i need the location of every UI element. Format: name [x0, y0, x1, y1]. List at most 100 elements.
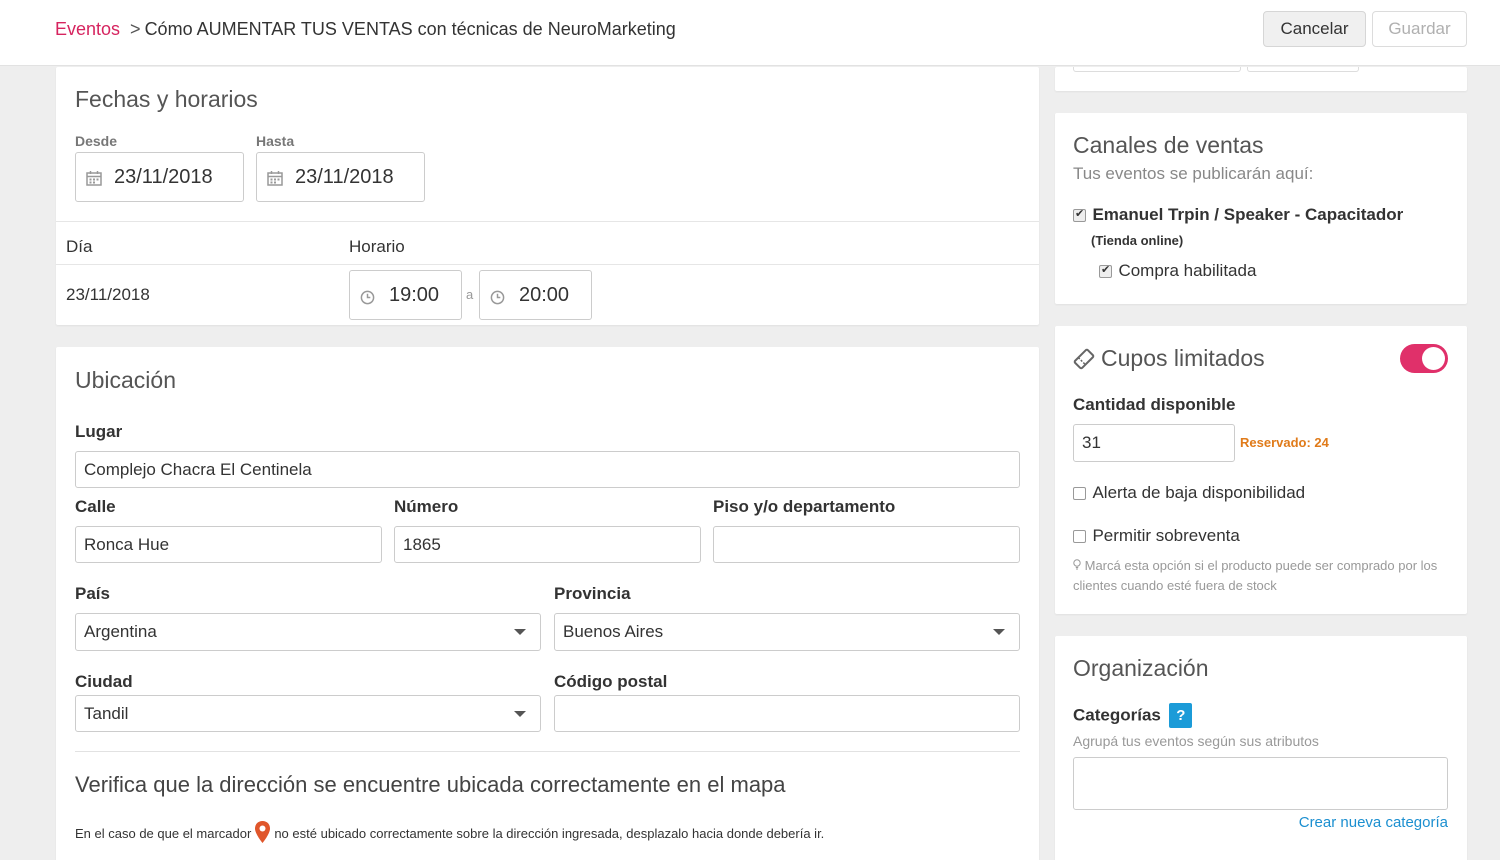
chevron-down-icon: [514, 629, 526, 635]
province-value: Buenos Aires: [563, 622, 664, 641]
clock-icon: [490, 288, 505, 304]
low-alert-row[interactable]: Alerta de baja disponibilidad: [1073, 483, 1305, 503]
dates-card: Fechas y horarios Desde 23/11/2018 Hasta…: [56, 67, 1039, 325]
create-category-link[interactable]: Crear nueva categoría: [1299, 814, 1448, 831]
location-title: Ubicación: [75, 367, 176, 393]
country-value: Argentina: [84, 622, 157, 641]
chevron-down-icon: [993, 629, 1005, 635]
categories-label: Categorías: [1073, 705, 1161, 725]
organization-title: Organización: [1073, 655, 1209, 681]
quota-title: Cupos limitados: [1101, 345, 1265, 371]
categories-input[interactable]: [1073, 757, 1448, 810]
zip-input[interactable]: [554, 695, 1020, 732]
channels-title: Canales de ventas: [1073, 132, 1264, 158]
number-value: 1865: [403, 534, 441, 554]
map-hint-before: En el caso de que el marcador: [75, 826, 252, 841]
save-button[interactable]: Guardar: [1372, 11, 1467, 47]
schedule-row-day: 23/11/2018: [66, 285, 150, 304]
sales-channels-card: Canales de ventas Tus eventos se publica…: [1055, 113, 1467, 304]
ticket-icon: [1072, 347, 1096, 376]
city-select[interactable]: Tandil: [75, 695, 541, 732]
city-label: Ciudad: [75, 672, 133, 691]
divider: [56, 264, 1039, 265]
zip-label: Código postal: [554, 672, 668, 691]
time-separator: a: [466, 287, 474, 302]
column-header-time: Horario: [349, 237, 405, 256]
place-label: Lugar: [75, 422, 123, 441]
map-title: Verifica que la dirección se encuentre u…: [75, 772, 786, 797]
breadcrumb: Eventos > Cómo AUMENTAR TUS VENTAS con téc…: [55, 19, 676, 40]
end-time-value: 20:00: [519, 283, 570, 306]
quantity-value: 31: [1082, 433, 1101, 452]
store-type: (Tienda online): [1091, 233, 1184, 248]
limited-quota-toggle[interactable]: [1400, 344, 1448, 373]
place-input[interactable]: Complejo Chacra El Centinela: [75, 451, 1020, 488]
map-hint-after: no esté ubicado correctamente sobre la d…: [274, 826, 825, 841]
partial-card: [1055, 67, 1467, 91]
to-date-field[interactable]: 23/11/2018: [256, 152, 425, 202]
to-label: Hasta: [256, 133, 295, 149]
toggle-knob: [1422, 347, 1445, 370]
dates-title: Fechas y horarios: [75, 86, 258, 112]
city-value: Tandil: [84, 703, 129, 723]
channels-subtitle: Tus eventos se publicarán aquí:: [1073, 164, 1314, 183]
quantity-input[interactable]: 31: [1073, 424, 1235, 462]
province-select[interactable]: Buenos Aires: [554, 613, 1020, 651]
breadcrumb-separator: >: [130, 19, 141, 39]
low-alert-label: Alerta de baja disponibilidad: [1092, 483, 1306, 502]
map-hint: En el caso de que el marcador no esté ub…: [75, 820, 824, 847]
from-date-field[interactable]: 23/11/2018: [75, 152, 244, 202]
column-header-day: Día: [66, 237, 93, 256]
start-time-field[interactable]: 19:00: [349, 270, 462, 320]
quantity-label: Cantidad disponible: [1073, 395, 1236, 414]
number-label: Número: [394, 497, 459, 516]
street-label: Calle: [75, 497, 116, 516]
oversell-label: Permitir sobreventa: [1092, 526, 1240, 545]
start-time-value: 19:00: [389, 283, 440, 306]
store-channel-checkbox[interactable]: [1073, 207, 1086, 222]
reserved-count: Reservado: 24: [1240, 435, 1329, 450]
store-channel-row[interactable]: Emanuel Trpin / Speaker - Capacitador: [1073, 205, 1403, 225]
floor-label: Piso y/o departamento: [713, 497, 896, 516]
number-input[interactable]: 1865: [394, 526, 701, 563]
divider: [75, 751, 1020, 752]
from-label: Desde: [75, 133, 118, 149]
oversell-row[interactable]: Permitir sobreventa: [1073, 526, 1240, 546]
country-label: País: [75, 584, 110, 603]
purchase-enabled-label: Compra habilitada: [1118, 261, 1257, 280]
calendar-icon: [86, 169, 102, 186]
clock-icon: [360, 288, 375, 304]
categories-heading: Categorías ?: [1073, 703, 1193, 728]
street-input[interactable]: Ronca Hue: [75, 526, 382, 563]
oversell-hint-text: Marcá esta opción si el producto puede s…: [1073, 558, 1438, 593]
partial-field: [1073, 67, 1241, 72]
purchase-enabled-row[interactable]: Compra habilitada: [1099, 261, 1256, 281]
purchase-enabled-checkbox[interactable]: [1099, 263, 1112, 278]
low-alert-checkbox[interactable]: [1073, 486, 1086, 500]
to-date-value: 23/11/2018: [295, 165, 394, 188]
store-name: Emanuel Trpin / Speaker - Capacitador: [1092, 205, 1404, 224]
divider: [56, 221, 1039, 222]
cancel-button[interactable]: Cancelar: [1263, 11, 1366, 47]
province-label: Provincia: [554, 584, 631, 603]
top-bar: Eventos > Cómo AUMENTAR TUS VENTAS con téc…: [0, 0, 1500, 66]
organization-card: Organización Categorías ? Agrupá tus eve…: [1055, 636, 1467, 860]
calendar-icon: [267, 169, 283, 186]
categories-hint: Agrupá tus eventos según sus atributos: [1073, 733, 1319, 749]
oversell-hint: Marcá esta opción si el producto puede s…: [1073, 556, 1453, 596]
breadcrumb-current: Cómo AUMENTAR TUS VENTAS con técnicas de…: [144, 19, 676, 39]
breadcrumb-link-events[interactable]: Eventos: [55, 19, 120, 39]
map-pin-icon: [254, 820, 271, 847]
chevron-down-icon: [514, 710, 526, 717]
help-icon[interactable]: ?: [1169, 703, 1193, 728]
lightbulb-icon: [1073, 556, 1081, 576]
country-select[interactable]: Argentina: [75, 613, 541, 651]
oversell-checkbox[interactable]: [1073, 529, 1086, 543]
end-time-field[interactable]: 20:00: [479, 270, 592, 320]
place-value: Complejo Chacra El Centinela: [84, 459, 312, 479]
floor-input[interactable]: [713, 526, 1020, 563]
from-date-value: 23/11/2018: [114, 165, 213, 188]
location-card: Ubicación Lugar Complejo Chacra El Centi…: [56, 347, 1039, 860]
partial-field: [1247, 67, 1359, 72]
street-value: Ronca Hue: [84, 534, 170, 554]
